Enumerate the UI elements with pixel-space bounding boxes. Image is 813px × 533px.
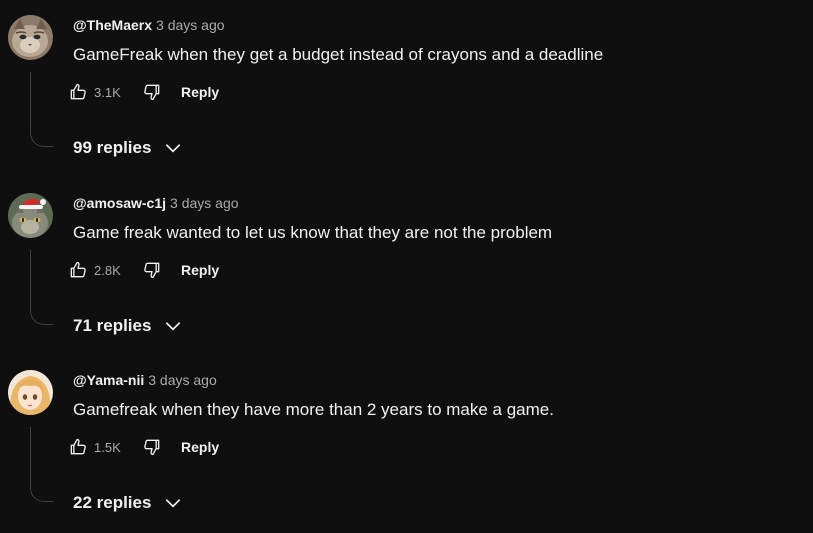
thumbs-up-icon (70, 261, 86, 278)
view-replies-button[interactable]: 99 replies (73, 136, 183, 160)
avatar-image-cat-icon (8, 15, 53, 60)
avatar-image-cat-santa-hat-icon (8, 193, 53, 238)
like-button[interactable] (62, 254, 94, 286)
reply-button[interactable]: Reply (181, 78, 219, 106)
like-count: 3.1K (94, 84, 121, 100)
comment-header: @amosaw-c1j 3 days ago (73, 194, 239, 212)
comment-timestamp[interactable]: 3 days ago (156, 17, 225, 33)
thread-connector-line (30, 427, 53, 502)
comment-text: Game freak wanted to let us know that th… (73, 223, 553, 242)
comment-timestamp[interactable]: 3 days ago (170, 195, 239, 211)
thumbs-down-icon (144, 262, 160, 279)
thumbs-up-icon (70, 438, 86, 455)
replies-count-label: 71 replies (73, 316, 152, 335)
avatar[interactable] (8, 370, 53, 415)
thumbs-down-icon (144, 84, 160, 101)
comment-text: GameFreak when they get a budget instead… (73, 45, 604, 64)
comment-thread: @amosaw-c1j 3 days ago Game freak wanted … (0, 178, 813, 356)
view-replies-button[interactable]: 71 replies (73, 314, 183, 338)
like-button[interactable] (62, 431, 94, 463)
comment-action-bar: 2.8K Reply (62, 254, 219, 286)
like-count: 2.8K (94, 262, 121, 278)
thumbs-down-icon (144, 439, 160, 456)
like-count: 1.5K (94, 439, 121, 455)
thread-connector-line (30, 72, 53, 147)
comment-thread: @TheMaerx 3 days ago GameFreak when they … (0, 0, 813, 178)
avatar[interactable] (8, 15, 53, 60)
like-button[interactable] (62, 76, 94, 108)
dislike-button[interactable] (136, 431, 168, 463)
dislike-button[interactable] (136, 254, 168, 286)
chevron-down-icon (163, 493, 183, 513)
replies-count-label: 99 replies (73, 138, 152, 157)
replies-count-label: 22 replies (73, 493, 152, 512)
chevron-down-icon (163, 316, 183, 336)
comment-header: @Yama-nii 3 days ago (73, 371, 217, 389)
comment-author[interactable]: @Yama-nii (73, 372, 144, 388)
thread-connector-line (30, 250, 53, 325)
comment-action-bar: 1.5K Reply (62, 431, 219, 463)
comment-author[interactable]: @TheMaerx (73, 17, 152, 33)
view-replies-button[interactable]: 22 replies (73, 491, 183, 515)
comment-header: @TheMaerx 3 days ago (73, 16, 225, 34)
comment-author[interactable]: @amosaw-c1j (73, 195, 166, 211)
comment-text: Gamefreak when they have more than 2 yea… (73, 400, 554, 419)
avatar-image-anime-girl-icon (8, 370, 53, 415)
chevron-down-icon (163, 138, 183, 158)
reply-button[interactable]: Reply (181, 433, 219, 461)
comment-action-bar: 3.1K Reply (62, 76, 219, 108)
avatar[interactable] (8, 193, 53, 238)
comment-timestamp[interactable]: 3 days ago (148, 372, 217, 388)
dislike-button[interactable] (136, 76, 168, 108)
comment-thread: @Yama-nii 3 days ago Gamefreak when they … (0, 355, 813, 533)
thumbs-up-icon (70, 83, 86, 100)
reply-button[interactable]: Reply (181, 256, 219, 284)
